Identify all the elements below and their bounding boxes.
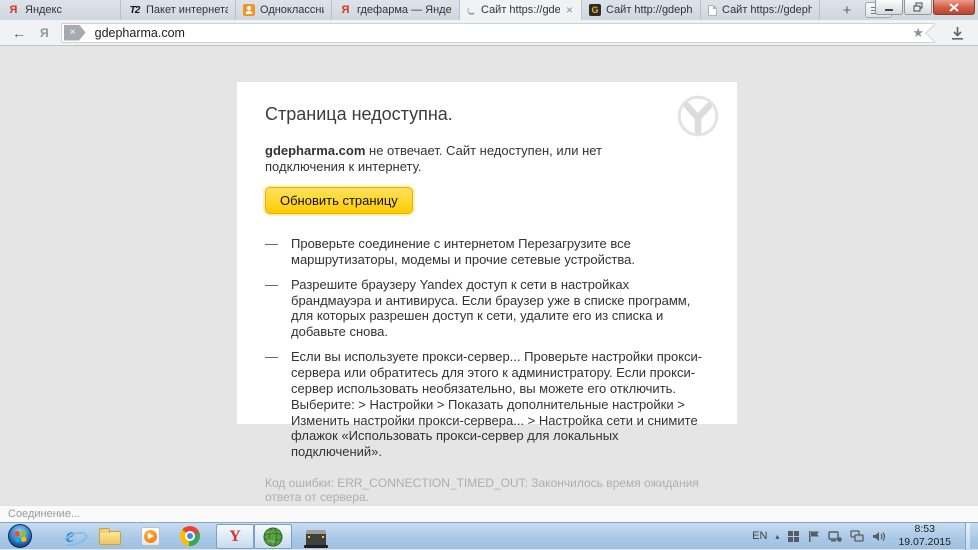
address-bar: ← Я × gdepharma.com ★: [0, 20, 978, 46]
action-center-flag-icon[interactable]: [808, 530, 820, 543]
tab-tele2[interactable]: Т2 Пакет интернета : Кр: [121, 0, 236, 20]
tip-dash: —: [265, 277, 278, 340]
media-player-icon: [141, 527, 160, 546]
tray-time: 8:53: [898, 523, 951, 536]
tip-item: — Если вы используете прокси-сервер... П…: [265, 349, 709, 460]
tip-dash: —: [265, 236, 278, 268]
taskbar-chrome[interactable]: [170, 523, 210, 550]
tab-gdefarma-search[interactable]: Я гдефарма — Яндекс:: [332, 0, 460, 20]
tab-yandex[interactable]: Я Яндекс: [0, 0, 121, 20]
status-bar: Соединение...: [0, 505, 978, 522]
internet-explorer-icon: e: [66, 526, 75, 546]
tip-dash: —: [265, 349, 278, 460]
odnoklassniki-favicon: [243, 4, 255, 16]
tab-site-https-2[interactable]: Сайт https://gdephar: [701, 0, 820, 20]
g-favicon: G: [589, 4, 601, 16]
chrome-icon: [180, 526, 200, 546]
taskbar-ie[interactable]: e: [50, 523, 90, 550]
tip-item: — Проверьте соединение с интернетом Пере…: [265, 236, 709, 268]
yandex-browser-logo-icon: [677, 95, 719, 142]
page-title: Страница недоступна.: [265, 104, 709, 125]
window-controls: [874, 0, 975, 15]
yandex-favicon: Я: [7, 4, 20, 17]
tab-label: Пакет интернета : Кр: [146, 4, 228, 16]
taskbar-device-app[interactable]: [296, 523, 336, 550]
url-tail-decoration: [925, 23, 945, 43]
tab-label: Одноклассники: [260, 4, 324, 16]
tray-date: 19.07.2015: [898, 536, 951, 549]
url-input[interactable]: × gdepharma.com ★: [61, 23, 935, 43]
tab-label: Яндекс: [25, 4, 62, 16]
taskbar-explorer[interactable]: [90, 523, 130, 550]
back-icon[interactable]: ←: [12, 25, 26, 41]
tab-close-icon[interactable]: ×: [565, 4, 574, 16]
tab-strip: Я Яндекс Т2 Пакет интернета : Кр Однокла…: [0, 0, 978, 20]
tray-squares-icon[interactable]: [787, 530, 800, 543]
clock[interactable]: 8:53 19.07.2015: [898, 523, 951, 549]
error-code: Код ошибки: ERR_CONNECTION_TIMED_OUT: За…: [265, 476, 709, 504]
language-indicator[interactable]: EN: [752, 530, 767, 542]
taskbar: e Y EN ▴: [0, 522, 978, 549]
globe-icon: [263, 527, 283, 547]
url-text: gdepharma.com: [95, 26, 185, 40]
minimize-button[interactable]: [875, 0, 903, 15]
yandex-home-icon[interactable]: Я: [40, 26, 49, 40]
restore-button[interactable]: [904, 0, 932, 15]
error-domain: gdepharma.com: [265, 143, 365, 158]
close-button[interactable]: [933, 0, 975, 15]
tab-label: Сайт https://gdephar: [481, 4, 560, 16]
page-favicon: [708, 5, 717, 16]
status-text: Соединение...: [8, 508, 80, 520]
tab-site-http[interactable]: G Сайт http://gdepharm: [582, 0, 701, 20]
yandex-favicon: Я: [339, 4, 352, 17]
start-button[interactable]: [0, 523, 40, 550]
download-icon[interactable]: [951, 26, 964, 40]
show-desktop-button[interactable]: [965, 523, 970, 550]
volume-icon[interactable]: [872, 530, 886, 543]
taskbar-globe-app-active[interactable]: [254, 524, 292, 549]
new-tab-button[interactable]: +: [834, 0, 860, 20]
device-icon: [306, 530, 326, 545]
taskbar-yandex-browser-active[interactable]: Y: [216, 524, 254, 549]
folder-icon: [99, 531, 121, 545]
error-card: Страница недоступна. gdepharma.com не от…: [237, 82, 737, 424]
troubleshooting-tips: — Проверьте соединение с интернетом Пере…: [265, 236, 709, 460]
tab-label: гдефарма — Яндекс:: [357, 4, 452, 16]
loading-spinner-icon: [467, 6, 476, 15]
tip-item: — Разрешите браузеру Yandex доступ к сет…: [265, 277, 709, 340]
tab-label: Сайт https://gdephar: [722, 4, 812, 16]
windows-logo-icon: [14, 530, 26, 542]
safely-remove-hardware-icon[interactable]: [828, 530, 842, 543]
tab-label: Сайт http://gdepharm: [606, 4, 693, 16]
tele2-favicon: Т2: [128, 4, 141, 17]
tab-site-https-active[interactable]: Сайт https://gdephar ×: [460, 0, 582, 20]
network-icon[interactable]: [850, 530, 864, 543]
system-tray: EN ▴ 8:53 19.07.2015: [752, 523, 978, 550]
error-message: gdepharma.com не отвечает. Сайт недоступ…: [265, 143, 635, 175]
hidden-icons-arrow[interactable]: ▴: [775, 532, 779, 541]
yandex-browser-icon: Y: [229, 528, 241, 546]
reload-page-button[interactable]: Обновить страницу: [265, 187, 413, 214]
bookmark-star-icon[interactable]: ★: [912, 25, 924, 41]
browser-viewport: Страница недоступна. gdepharma.com не от…: [0, 46, 978, 505]
tab-odnoklassniki[interactable]: Одноклассники: [236, 0, 332, 20]
taskbar-media-player[interactable]: [130, 523, 170, 550]
blocked-badge-icon[interactable]: ×: [64, 25, 86, 41]
